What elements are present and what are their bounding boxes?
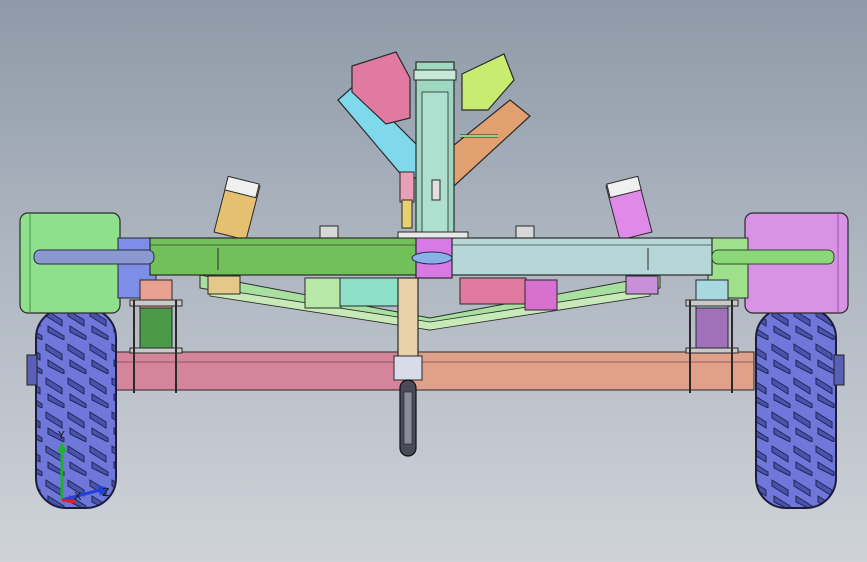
right-bunk-bracket bbox=[605, 175, 653, 241]
cad-viewport[interactable]: Y Z X bbox=[0, 0, 867, 562]
left-tyre bbox=[26, 307, 117, 509]
left-small-clip bbox=[319, 225, 339, 239]
spring-coupling bbox=[399, 171, 415, 229]
right-tyre bbox=[755, 307, 845, 509]
lower-support-rails bbox=[199, 274, 661, 331]
rear-cross-beam bbox=[111, 351, 755, 391]
triad-x-label: X bbox=[74, 490, 82, 503]
axle-rod-left bbox=[33, 249, 155, 265]
keel-pad-right bbox=[461, 53, 515, 111]
right-small-clip bbox=[515, 225, 535, 239]
jockey-wheel-assembly bbox=[393, 277, 423, 457]
left-bunk-bracket bbox=[213, 175, 261, 241]
triad-y-label: Y bbox=[57, 429, 65, 442]
axle-rod-right bbox=[711, 249, 835, 265]
triad-z-label: Z bbox=[102, 486, 110, 499]
